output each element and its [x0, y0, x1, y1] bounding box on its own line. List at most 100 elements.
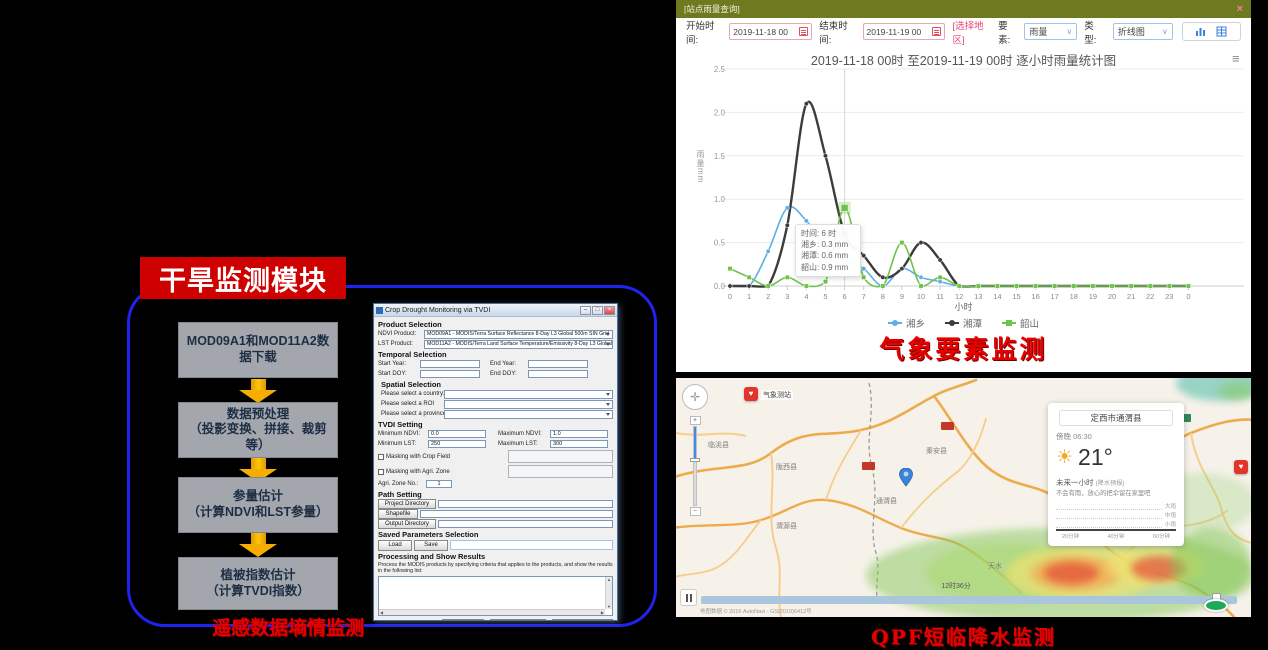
project-directory-field[interactable]: [438, 500, 613, 508]
save-button[interactable]: Save: [414, 540, 448, 551]
start-time-input[interactable]: 2019-11-18 00: [729, 23, 812, 40]
max-lst-label: Maximum LST:: [498, 441, 548, 447]
location-pin-icon[interactable]: [899, 468, 913, 487]
temperature-value: 21°: [1078, 444, 1113, 471]
minimize-button[interactable]: –: [580, 306, 591, 315]
compass-control[interactable]: ✛: [682, 384, 708, 410]
close-icon[interactable]: ×: [1237, 3, 1243, 15]
module-title: 干旱监测模块: [140, 257, 346, 299]
roi-label: Please select a ROI: [378, 401, 442, 407]
end-time-input[interactable]: 2019-11-19 00: [863, 23, 946, 40]
zoom-in-button[interactable]: +: [690, 416, 701, 425]
start-doy-label: Start DOY:: [378, 371, 418, 377]
country-label: Please select a country:: [378, 391, 442, 397]
zoom-slider[interactable]: + −: [688, 416, 702, 516]
ndvi-product-label: NDVI Product:: [378, 331, 422, 337]
province-dropdown[interactable]: [444, 410, 613, 419]
section-spatial-selection: Spatial Selection: [378, 380, 613, 389]
vertical-scrollbar[interactable]: ▲▼: [605, 577, 612, 609]
horizontal-scrollbar[interactable]: ◀▶: [379, 609, 605, 615]
zoom-handle[interactable]: [690, 458, 700, 462]
playback-timestamp: 12时36分: [906, 581, 1006, 591]
calendar-icon[interactable]: [799, 27, 808, 36]
flow-step-text: 植被指数估计: [220, 568, 295, 584]
agri-zone-no-label: Agri. Zone No.:: [378, 481, 424, 487]
weather-card: 定西市通渭县 傍晚 06:30 ☀ 21° 未来一小时 (降水预报) 不会有雨，…: [1048, 403, 1184, 546]
output-directory-button[interactable]: Output Directory: [378, 519, 436, 529]
forecast-subtitle: (降水预报): [1096, 480, 1125, 487]
tvdi-estimation-button[interactable]: TVDI Estimation: [552, 619, 613, 620]
end-doy-input[interactable]: [528, 370, 588, 378]
end-time-label: 结束时间:: [819, 18, 855, 46]
precip-level: 小雨: [1165, 520, 1176, 528]
ndvi-product-dropdown[interactable]: MOD09A1 - MODIS/Terra Surface Reflectanc…: [424, 330, 613, 339]
start-doy-input[interactable]: [420, 370, 480, 378]
legend-marker: [888, 322, 902, 324]
weather-time: 傍晚 06:30: [1056, 431, 1176, 442]
legend-item[interactable]: 湘乡: [888, 316, 925, 330]
min-ndvi-input[interactable]: 0.0: [428, 430, 486, 438]
roi-dropdown[interactable]: [444, 400, 613, 409]
agri-zone-checkbox[interactable]: [378, 469, 384, 475]
shapefile-button[interactable]: Shapefile: [378, 509, 418, 519]
tooltip-value: 湘潭: 0.6 mm: [801, 250, 855, 261]
crop-field-checkbox[interactable]: [378, 454, 384, 460]
maximize-button[interactable]: □: [592, 306, 603, 315]
section-temporal-selection: Temporal Selection: [378, 350, 613, 359]
pause-button[interactable]: [680, 589, 697, 606]
element-value: 雨量: [1029, 25, 1062, 38]
zoom-track[interactable]: [693, 426, 697, 506]
end-year-input[interactable]: [528, 360, 588, 368]
max-ndvi-input[interactable]: 1.0: [550, 430, 608, 438]
agri-zone-no-input[interactable]: 1: [426, 480, 452, 488]
legend-item[interactable]: 韶山: [1002, 316, 1039, 330]
svg-text:0.0: 0.0: [714, 282, 726, 291]
project-directory-button[interactable]: Project Directory: [378, 499, 436, 509]
min-lst-input[interactable]: 250: [428, 440, 486, 448]
y-axis-label: 雨量mm: [695, 150, 706, 183]
start-year-input[interactable]: [420, 360, 480, 368]
section-path-setting: Path Setting: [378, 490, 613, 499]
table-icon[interactable]: [1216, 26, 1227, 37]
qpf-map[interactable]: 临洮县 陇西县 渭源县 通渭县 秦安县 天水 ✛ + − ♥ 气象测站 ♥ 定西…: [676, 378, 1251, 617]
min-lst-label: Minimum LST:: [378, 441, 426, 447]
preprocessing-button[interactable]: Preprocessing: [490, 619, 546, 620]
query-buttons[interactable]: [1182, 22, 1241, 41]
tooltip-value: 湘乡: 0.3 mm: [801, 239, 855, 250]
met-toolbar: 开始时间: 2019-11-18 00 结束时间: 2019-11-19 00 …: [676, 18, 1251, 45]
precip-tick: 40分钟: [1107, 532, 1124, 540]
shapefile-field[interactable]: [420, 510, 613, 518]
end-year-label: End Year:: [490, 361, 526, 367]
qpf-caption: QPF短临降水监测: [676, 621, 1251, 650]
bar-chart-icon[interactable]: [1195, 26, 1206, 37]
flow-step-text: MOD09A1和MOD11A2数据下载: [181, 334, 335, 365]
poi-marker-icon[interactable]: ♥: [1234, 460, 1248, 474]
download-button[interactable]: Download: [442, 619, 485, 620]
playback-timeline[interactable]: [701, 596, 1237, 604]
legend-marker: [945, 322, 959, 324]
station-poi-button[interactable]: ♥: [744, 387, 758, 401]
type-dropdown[interactable]: 折线图 ∨: [1113, 23, 1173, 40]
country-dropdown[interactable]: [444, 390, 613, 399]
select-region-link[interactable]: [选择地区]: [952, 18, 991, 46]
element-dropdown[interactable]: 雨量 ∨: [1024, 23, 1077, 40]
flow-step-preprocess: 数据预处理 （投影变换、拼接、裁剪等）: [178, 402, 338, 458]
output-directory-field[interactable]: [438, 520, 613, 528]
x-axis-label: 小时: [676, 300, 1251, 313]
legend-item[interactable]: 湘潭: [945, 316, 982, 330]
zoom-out-button[interactable]: −: [690, 507, 701, 516]
agri-zone-label: Masking with Agri. Zone: [386, 469, 450, 475]
close-button[interactable]: ×: [604, 306, 615, 315]
weather-location-button[interactable]: 定西市通渭县: [1059, 410, 1173, 426]
max-lst-input[interactable]: 300: [550, 440, 608, 448]
calendar-icon[interactable]: [932, 27, 941, 36]
lst-product-dropdown[interactable]: MOD11A2 - MODIS/Terra Land Surface Tempe…: [424, 340, 613, 349]
load-button[interactable]: Load: [378, 540, 412, 551]
app-titlebar: Crop Drought Monitoring via TVDI – □ ×: [374, 304, 617, 317]
flow-step-text: （计算TVDI指数）: [206, 584, 309, 600]
results-list[interactable]: ▲▼ ◀▶: [378, 576, 613, 616]
map-label: 通渭县: [876, 496, 897, 506]
saved-params-field[interactable]: [450, 540, 613, 550]
tooltip-time: 时间: 6 时: [801, 228, 855, 239]
slide-canvas: 干旱监测模块 MOD09A1和MOD11A2数据下载 数据预处理 （投影变换、拼…: [0, 0, 1268, 650]
